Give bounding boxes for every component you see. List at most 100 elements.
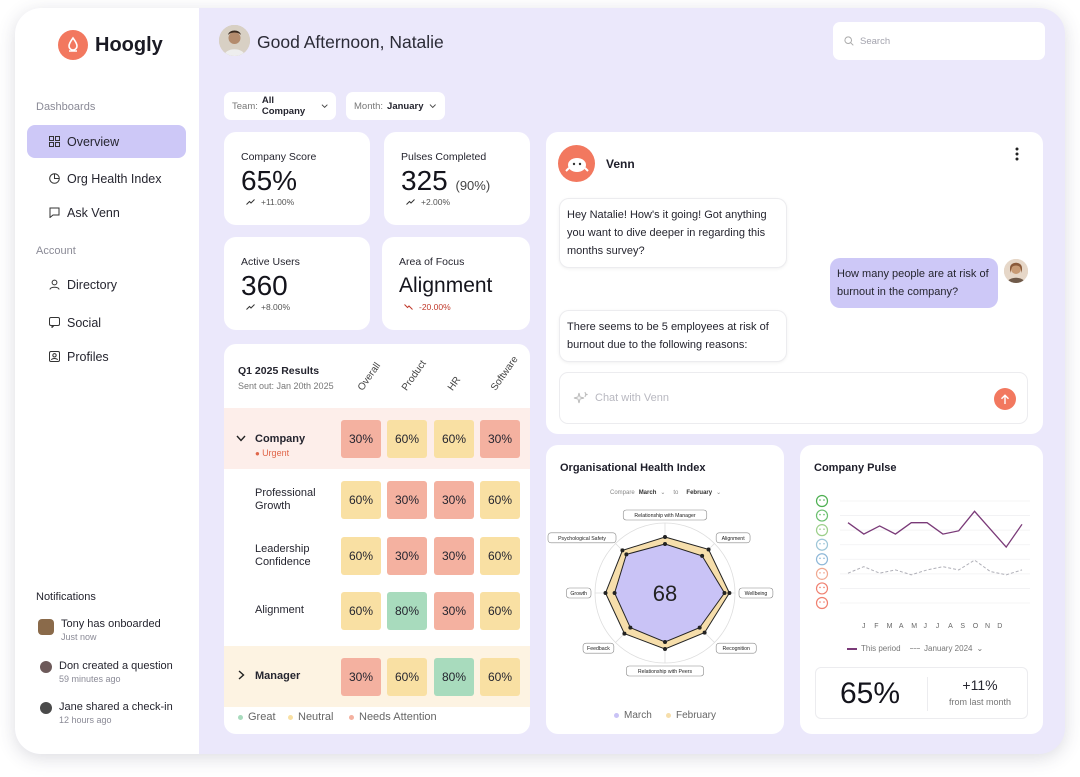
- ohi-compare-selector[interactable]: Compare March ⌄ to February ⌄: [610, 489, 721, 497]
- chevron-down-icon[interactable]: [236, 435, 246, 442]
- dashboards-section-label: Dashboards: [36, 101, 96, 113]
- score-cell[interactable]: 60%: [480, 481, 520, 519]
- stat-number: 325: [401, 165, 448, 196]
- score-cell[interactable]: 30%: [434, 592, 474, 630]
- score-cell[interactable]: 80%: [387, 592, 427, 630]
- chat-input-placeholder: Chat with Venn: [595, 392, 669, 404]
- mood-face-eye: [823, 557, 825, 560]
- radar-chart: 68 Relationship with Manager Alignment Well…: [547, 509, 774, 677]
- sidebar-item-label: Ask Venn: [67, 205, 120, 220]
- stat-value: 325 (90%): [401, 165, 490, 197]
- radar-point: [722, 591, 727, 595]
- score-cell[interactable]: 30%: [387, 481, 427, 519]
- send-button[interactable]: [994, 388, 1016, 410]
- users-icon: [48, 279, 60, 291]
- user-avatar[interactable]: [219, 25, 250, 56]
- radar-point: [612, 591, 617, 595]
- mood-face-eye: [819, 601, 821, 603]
- pulse-x-tick: N: [985, 623, 990, 630]
- chevron-right-icon[interactable]: [238, 670, 245, 680]
- radar-axis-label: Recognition: [723, 646, 751, 652]
- score-cell[interactable]: 30%: [434, 537, 474, 575]
- score-cell[interactable]: 60%: [480, 537, 520, 575]
- stat-delta: +2.00%: [406, 197, 450, 207]
- stat-delta-value: -20.00%: [419, 302, 451, 312]
- search-input[interactable]: Search: [833, 22, 1045, 60]
- legend-item-january-2024[interactable]: January 2024 ⌄: [910, 644, 983, 653]
- table-row[interactable]: Alignment 60% 80% 30% 60%: [224, 586, 530, 636]
- pulse-title: Company Pulse: [814, 462, 897, 474]
- score-cell[interactable]: 60%: [387, 420, 427, 458]
- team-filter-value: All Company: [261, 95, 306, 117]
- score-cell[interactable]: 80%: [434, 658, 474, 696]
- notification-item[interactable]: Don created a question 59 minutes ago: [38, 660, 173, 684]
- chat-input[interactable]: Chat with Venn: [559, 372, 1028, 424]
- score-cell[interactable]: 60%: [341, 592, 381, 630]
- row-label: Professional Growth: [255, 487, 316, 512]
- stat-value: 65%: [241, 165, 298, 196]
- score-cell[interactable]: 60%: [434, 420, 474, 458]
- stat-label: Active Users: [241, 256, 300, 268]
- pulse-x-tick: M: [887, 623, 893, 630]
- legend-item-this-period: This period: [847, 644, 901, 653]
- notification-text: Don created a question: [59, 660, 173, 672]
- stat-delta: +8.00%: [246, 302, 290, 312]
- score-cell[interactable]: 60%: [341, 537, 381, 575]
- search-icon: [844, 36, 854, 46]
- sidebar-item-ask-venn[interactable]: Ask Venn: [27, 196, 186, 229]
- table-row[interactable]: Professional Growth 60% 30% 30% 60%: [224, 475, 530, 525]
- greeting: Good Afternoon, Natalie: [257, 32, 444, 52]
- sidebar-item-directory[interactable]: Directory: [27, 268, 186, 301]
- month-filter[interactable]: Month: January: [346, 92, 445, 120]
- radar-point: [702, 630, 707, 635]
- sidebar-item-overview[interactable]: Overview: [27, 125, 186, 158]
- manager-row[interactable]: Manager 30% 60% 80% 60%: [224, 646, 530, 707]
- pulse-x-tick: A: [899, 623, 904, 630]
- month-filter-value: January: [387, 100, 424, 112]
- mood-face-eye: [819, 572, 821, 574]
- team-filter[interactable]: Team: All Company: [224, 92, 336, 120]
- message-icon: [48, 317, 60, 329]
- stat-label: Pulses Completed: [401, 151, 487, 163]
- radar-point: [624, 552, 629, 557]
- pulse-x-tick: O: [973, 623, 979, 630]
- results-title: Q1 2025 Results: [238, 365, 320, 377]
- notification-item[interactable]: Tony has onboarded Just now: [38, 618, 161, 642]
- radar-point: [663, 640, 667, 644]
- app-window: Hoogly Dashboards Overview Org Health In…: [15, 8, 1065, 754]
- sidebar-item-label: Overview: [67, 134, 120, 149]
- radar-point: [663, 535, 667, 539]
- radar-point: [663, 542, 667, 546]
- score-cell[interactable]: 30%: [341, 420, 381, 458]
- score-cell[interactable]: 60%: [480, 658, 520, 696]
- logo[interactable]: Hoogly: [58, 30, 163, 60]
- results-card: Q1 2025 Results Sent out: Jan 20th 2025 …: [224, 344, 530, 734]
- stat-value: Alignment: [399, 274, 493, 297]
- score-cell[interactable]: 60%: [341, 481, 381, 519]
- avatar: [38, 619, 54, 635]
- radar-axis-label: Alignment: [722, 536, 746, 542]
- stat-label: Company Score: [241, 151, 317, 163]
- sidebar-item-org-health-index[interactable]: Org Health Index: [27, 162, 186, 195]
- notification-item[interactable]: Jane shared a check-in 12 hours ago: [38, 701, 173, 725]
- sparkle-icon: [573, 391, 588, 404]
- sidebar-item-social[interactable]: Social: [27, 306, 186, 339]
- score-cell[interactable]: 30%: [434, 481, 474, 519]
- more-options-icon[interactable]: [1015, 147, 1019, 161]
- logo-icon: [58, 30, 88, 60]
- score-cell[interactable]: 30%: [387, 537, 427, 575]
- mood-face-icon: [815, 509, 829, 522]
- notification-time: Just now: [61, 632, 97, 642]
- score-cell[interactable]: 30%: [341, 658, 381, 696]
- stat-label: Area of Focus: [399, 256, 465, 268]
- urgent-tag: ● Urgent: [255, 448, 290, 458]
- score-cell[interactable]: 60%: [387, 658, 427, 696]
- score-cell[interactable]: 60%: [480, 592, 520, 630]
- table-row[interactable]: Leadership Confidence 60% 30% 30% 60%: [224, 531, 530, 581]
- trend-down-icon: [404, 304, 413, 310]
- score-cell[interactable]: 30%: [480, 420, 520, 458]
- pulse-x-tick: S: [960, 623, 965, 630]
- company-row[interactable]: Company ● Urgent 30% 60% 60% 30%: [224, 408, 530, 469]
- sidebar-item-profiles[interactable]: Profiles: [27, 340, 186, 373]
- pulse-delta: +11% from last month: [948, 677, 1012, 707]
